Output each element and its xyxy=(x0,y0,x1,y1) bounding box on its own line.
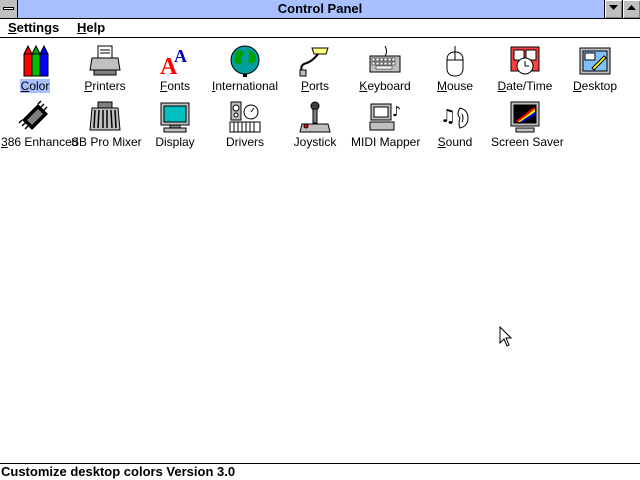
menu-settings[interactable]: Settings xyxy=(8,20,59,36)
svg-text:A: A xyxy=(174,46,187,66)
chip-icon xyxy=(18,100,48,130)
control-color[interactable]: Color xyxy=(0,44,70,93)
printer-icon xyxy=(89,45,121,76)
control-sound[interactable]: ♫ Sound xyxy=(420,100,490,149)
icon-label: Printers xyxy=(84,79,126,93)
maximize-arrow-icon xyxy=(627,5,636,10)
mixer-icon xyxy=(89,101,121,131)
control-386-enhanced[interactable]: 386 Enhanced xyxy=(0,100,78,149)
control-printers[interactable]: Printers xyxy=(70,44,140,93)
icon-label: Screen Saver xyxy=(491,135,564,149)
monitor-icon xyxy=(160,102,190,133)
icon-label: Mouse xyxy=(436,79,474,93)
port-cable-icon xyxy=(299,47,329,77)
sound-icon: ♫ xyxy=(440,106,469,129)
svg-text:♫: ♫ xyxy=(440,106,456,127)
icon-label: 386 Enhanced xyxy=(1,135,79,149)
menu-label: elp xyxy=(86,20,106,35)
control-keyboard[interactable]: Keyboard xyxy=(350,44,420,93)
control-date-time[interactable]: Date/Time xyxy=(490,44,560,93)
icon-label: Display xyxy=(155,135,195,149)
control-midi-mapper[interactable]: ♪ MIDI Mapper xyxy=(350,100,420,149)
control-desktop[interactable]: Desktop xyxy=(560,44,630,93)
window-title: Control Panel xyxy=(277,1,363,16)
status-bar: Customize desktop colors Version 3.0 xyxy=(0,463,640,480)
control-international[interactable]: International xyxy=(210,44,280,93)
drivers-icon xyxy=(229,101,261,133)
midi-mapper-icon: ♪ xyxy=(369,103,401,131)
globe-icon xyxy=(230,45,260,77)
calendar-clock-icon xyxy=(510,46,540,75)
icon-label: Ports xyxy=(300,79,330,93)
color-pencils-icon xyxy=(23,44,49,77)
control-fonts[interactable]: A A Fonts xyxy=(140,44,210,93)
icon-label: Desktop xyxy=(572,79,618,93)
icon-label: Joystick xyxy=(293,135,337,149)
icon-label: Drivers xyxy=(226,135,264,149)
menu-label: ettings xyxy=(16,20,60,35)
menu-accel: H xyxy=(77,20,87,35)
icon-label: MIDI Mapper xyxy=(351,135,421,149)
maximize-button[interactable] xyxy=(622,0,640,18)
menu-bar: Settings Help xyxy=(0,19,640,38)
minimize-button[interactable] xyxy=(604,0,622,18)
icon-label: SB Pro Mixer xyxy=(71,135,142,149)
menu-accel: S xyxy=(8,20,17,35)
control-screen-saver[interactable]: Screen Saver xyxy=(490,100,564,149)
title-bar[interactable]: Control Panel xyxy=(0,0,640,19)
control-mouse[interactable]: Mouse xyxy=(420,44,490,93)
icon-label: Sound xyxy=(437,135,473,149)
fonts-icon: A A xyxy=(160,46,187,78)
svg-text:♪: ♪ xyxy=(392,104,401,120)
joystick-icon xyxy=(299,101,331,133)
screen-saver-icon xyxy=(510,101,540,133)
mouse-icon xyxy=(446,46,464,77)
icon-label: Fonts xyxy=(159,79,191,93)
mouse-pointer-icon xyxy=(499,326,513,347)
icon-label: Date/Time xyxy=(497,79,553,93)
control-ports[interactable]: Ports xyxy=(280,44,350,93)
desktop-icon xyxy=(579,47,611,75)
control-drivers[interactable]: Drivers xyxy=(210,100,280,149)
minimize-arrow-icon xyxy=(609,5,618,10)
icon-label: Keyboard xyxy=(359,79,411,93)
control-display[interactable]: Display xyxy=(140,100,210,149)
control-sb-pro-mixer[interactable]: SB Pro Mixer xyxy=(70,100,142,149)
status-text: Customize desktop colors Version 3.0 xyxy=(1,464,236,479)
icon-label: International xyxy=(211,79,279,93)
control-joystick[interactable]: Joystick xyxy=(280,100,350,149)
icon-label: Color xyxy=(19,79,51,93)
keyboard-icon xyxy=(369,45,401,73)
menu-help[interactable]: Help xyxy=(77,20,105,36)
